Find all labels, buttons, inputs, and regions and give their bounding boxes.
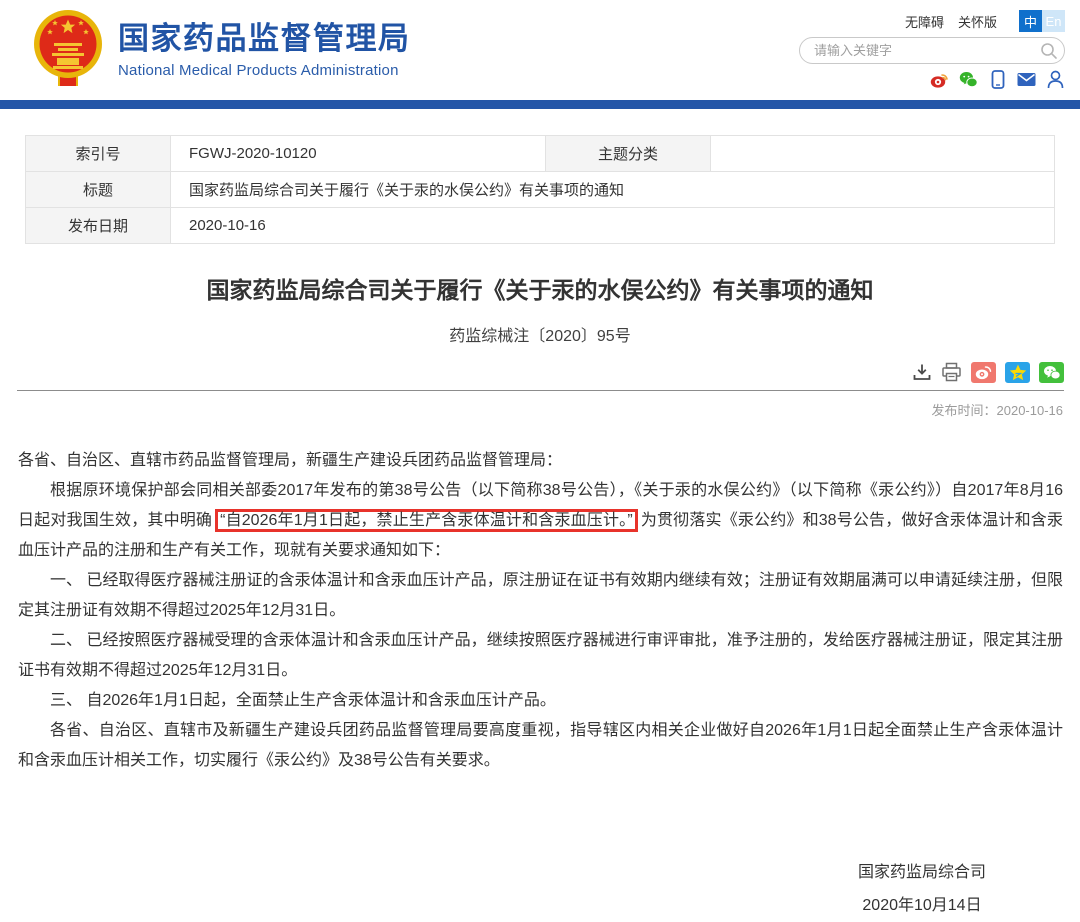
header-social-icons (930, 70, 1065, 89)
article-tools (0, 361, 1064, 383)
site-search (799, 37, 1065, 64)
site-title-zh: 国家药品监督管理局 (118, 21, 411, 57)
mail-icon[interactable] (1017, 70, 1036, 89)
topic-value (711, 136, 1055, 172)
index-label: 索引号 (26, 136, 171, 172)
paragraph-background: 根据原环境保护部会同相关部委2017年发布的第38号公告（以下简称38号公告），… (18, 476, 1063, 566)
search-input[interactable] (800, 43, 1034, 58)
highlighted-clause: “自2026年1月1日起，禁止生产含汞体温计和含汞血压计。” (215, 509, 638, 532)
publish-time: 发布时间：2020-10-16 (0, 400, 1063, 419)
language-switch: 中 En (1019, 10, 1065, 32)
care-version-link[interactable]: 关怀版 (958, 12, 997, 31)
salutation: 各省、自治区、直辖市药品监督管理局，新疆生产建设兵团药品监督管理局： (18, 446, 1063, 476)
wechat-icon[interactable] (959, 70, 978, 89)
header-divider-bar (0, 100, 1080, 109)
share-wechat-icon (1043, 365, 1061, 380)
print-button[interactable] (941, 362, 962, 382)
lang-zh-button[interactable]: 中 (1019, 10, 1042, 32)
share-qzone-icon (1009, 364, 1027, 381)
topic-label: 主题分类 (546, 136, 711, 172)
print-icon (941, 362, 962, 382)
table-row: 索引号 FGWJ-2020-10120 主题分类 (26, 136, 1055, 172)
mobile-icon[interactable] (988, 70, 1007, 89)
item-1: 一、 已经取得医疗器械注册证的含汞体温计和含汞血压计产品，原注册证在证书有效期内… (18, 566, 1063, 626)
pubdate-label: 发布日期 (26, 208, 171, 244)
article-title: 国家药监局综合司关于履行《关于汞的水俣公约》有关事项的通知 (0, 271, 1080, 305)
top-utility-links: 无障碍 关怀版 中 En (891, 10, 1065, 32)
site-logo[interactable]: 国家药品监督管理局 National Medical Products Admi… (33, 10, 411, 90)
header-rule (17, 390, 1064, 391)
title-value: 国家药监局综合司关于履行《关于汞的水俣公约》有关事项的通知 (171, 172, 1055, 208)
site-title-en: National Medical Products Administration (118, 62, 411, 79)
table-row: 发布日期 2020-10-16 (26, 208, 1055, 244)
document-body: 各省、自治区、直辖市药品监督管理局，新疆生产建设兵团药品监督管理局： 根据原环境… (18, 446, 1063, 776)
closing-paragraph: 各省、自治区、直辖市及新疆生产建设兵团药品监督管理局要高度重视，指导辖区内相关企… (18, 716, 1063, 776)
site-header: 国家药品监督管理局 National Medical Products Admi… (0, 0, 1080, 100)
table-row: 标题 国家药监局综合司关于履行《关于汞的水俣公约》有关事项的通知 (26, 172, 1055, 208)
user-icon[interactable] (1046, 70, 1065, 89)
share-wechat-button[interactable] (1039, 362, 1064, 383)
national-emblem-icon (33, 10, 103, 90)
share-weibo-icon (975, 365, 992, 380)
signature-block: 国家药监局综合司 2020年10月14日 (858, 856, 986, 922)
site-titles: 国家药品监督管理局 National Medical Products Admi… (118, 21, 411, 79)
download-button[interactable] (912, 362, 932, 382)
search-button[interactable] (1034, 38, 1064, 63)
document-meta-table: 索引号 FGWJ-2020-10120 主题分类 标题 国家药监局综合司关于履行… (25, 135, 1055, 244)
share-qzone-button[interactable] (1005, 362, 1030, 383)
lang-en-button[interactable]: En (1042, 10, 1065, 32)
download-icon (912, 362, 932, 382)
share-weibo-button[interactable] (971, 362, 996, 383)
accessibility-link[interactable]: 无障碍 (905, 12, 944, 31)
title-label: 标题 (26, 172, 171, 208)
signature-org: 国家药监局综合司 (858, 856, 986, 889)
search-icon (1040, 42, 1058, 60)
page: { "colors": { "brand_blue": "#2154a5", "… (0, 0, 1080, 877)
document-number: 药监综械注〔2020〕95号 (0, 322, 1080, 346)
weibo-icon[interactable] (930, 70, 949, 89)
index-value: FGWJ-2020-10120 (171, 136, 546, 172)
pubdate-value: 2020-10-16 (171, 208, 1055, 244)
item-3: 三、 自2026年1月1日起，全面禁止生产含汞体温计和含汞血压计产品。 (18, 686, 1063, 716)
signature-date: 2020年10月14日 (858, 889, 986, 922)
item-2: 二、 已经按照医疗器械受理的含汞体温计和含汞血压计产品，继续按照医疗器械进行审评… (18, 626, 1063, 686)
